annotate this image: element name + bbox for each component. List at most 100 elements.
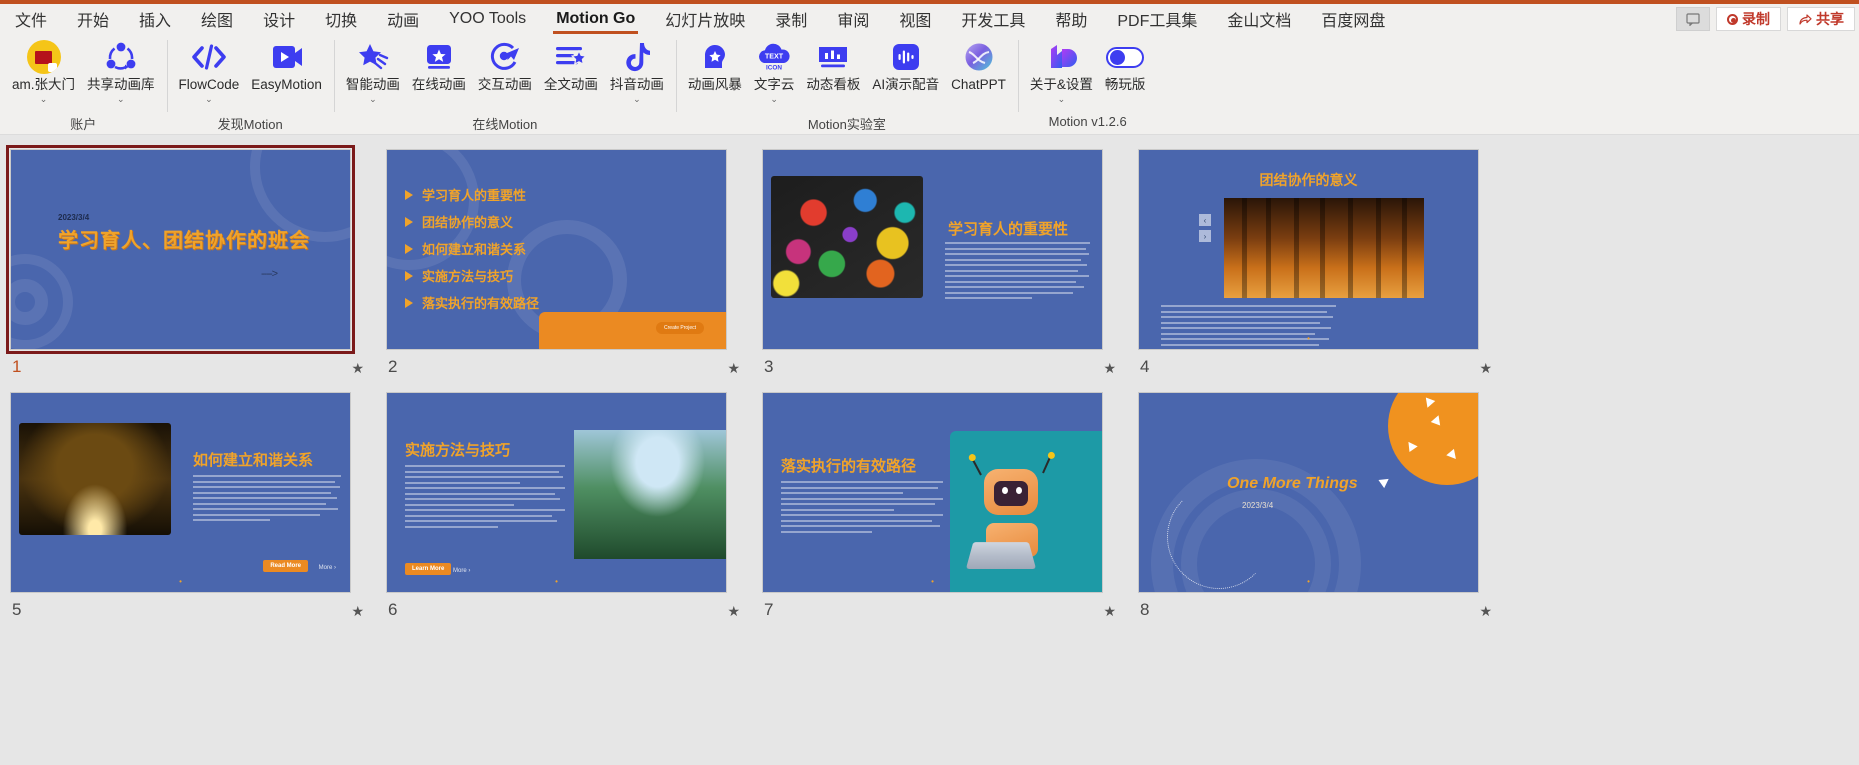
slide-thumbnail-1[interactable]: 2023/3/4 学习育人、团结协作的班会 ----> — [6, 145, 355, 354]
animation-star-icon[interactable]: ★ — [727, 361, 740, 375]
ribbon-button-ai-voiceover[interactable]: AI演示配音 ⌄ — [866, 34, 945, 104]
menu-item-1[interactable]: 开始 — [62, 4, 124, 34]
ribbon-label-fulltext-animation: 全文动画 — [543, 77, 598, 92]
ribbon-group-label-online-motion: 在线Motion — [472, 117, 538, 132]
ribbon-button-smart-animation[interactable]: 智能动画 ⌄ — [340, 34, 406, 104]
slide-thumbnail-6[interactable]: 实施方法与技巧 Learn More More › • — [386, 392, 727, 593]
prev-arrow-icon[interactable]: ‹ — [1199, 214, 1211, 226]
ribbon-button-flowcode[interactable]: FlowCode ⌄ — [173, 34, 246, 104]
slide-cell[interactable]: 落实执行的有效路径 • 7 ★ — [762, 392, 1138, 635]
slide-cell[interactable]: 实施方法与技巧 Learn More More › • 6 ★ — [386, 392, 762, 635]
slide2-agenda-list: 学习育人的重要性 团结协作的意义 如何建立和谐关系 实施方法与技巧 落实执行的有… — [405, 185, 539, 320]
slide2-item-label: 落实执行的有效路径 — [422, 296, 540, 311]
slide-thumbnail-8[interactable]: One More Things 2023/3/4 • — [1138, 392, 1479, 593]
slide4-body-text — [1161, 305, 1336, 349]
menu-item-15[interactable]: PDF工具集 — [1102, 4, 1212, 34]
menu-item-7[interactable]: YOO Tools — [434, 4, 541, 34]
ribbon-button-share-animation-library[interactable]: 共享动画库 ⌄ — [81, 34, 161, 104]
slide1-date: 2023/3/4 — [58, 213, 90, 222]
animation-star-icon[interactable]: ★ — [351, 604, 364, 618]
ribbon-button-tiktok-animation[interactable]: 抖音动画 ⌄ — [604, 34, 670, 104]
slide6-more-label: More › — [453, 568, 471, 574]
menu-item-8[interactable]: Motion Go — [541, 4, 650, 34]
ribbon-button-about-settings[interactable]: 关于&设置 ⌄ — [1024, 34, 1099, 104]
slide7-title: 落实执行的有效路径 — [781, 458, 917, 475]
chevron-down-icon[interactable]: ⌄ — [40, 94, 48, 104]
chevron-down-icon[interactable]: ⌄ — [205, 94, 213, 104]
slide-thumbnail-2[interactable]: 学习育人的重要性 团结协作的意义 如何建立和谐关系 实施方法与技巧 落实执行的有… — [386, 149, 727, 350]
slide1-arrow: ----> — [261, 268, 278, 280]
slide-thumbnail-4[interactable]: 团结协作的意义 ‹ › • — [1138, 149, 1479, 350]
slide-sorter-pane[interactable]: 2023/3/4 学习育人、团结协作的班会 ----> 1 ★ 学习育人的重要性… — [0, 135, 1859, 765]
ribbon-button-interactive-animation[interactable]: 交互动画 ⌄ — [472, 34, 538, 104]
slide-number: 5 — [12, 600, 22, 619]
ribbon-button-play-edition[interactable]: 畅玩版 ⌄ — [1099, 34, 1152, 104]
slide5-more-label: More › — [318, 565, 336, 571]
slide-cell[interactable]: 团结协作的意义 ‹ › • 4 ★ — [1138, 149, 1514, 392]
animation-star-icon[interactable]: ★ — [1479, 604, 1492, 618]
slide-cell[interactable]: 学习育人的重要性 3 ★ — [762, 149, 1138, 392]
list-item: 团结协作的意义 — [405, 212, 539, 231]
chevron-down-icon[interactable]: ⌄ — [770, 94, 778, 104]
ribbon-label-online-animation: 在线动画 — [411, 77, 466, 92]
menu-item-9[interactable]: 幻灯片放映 — [650, 4, 760, 34]
slide-cell[interactable]: 如何建立和谐关系 Read More More › • 5 ★ — [10, 392, 386, 635]
menu-item-2[interactable]: 插入 — [124, 4, 186, 34]
menu-item-3[interactable]: 绘图 — [186, 4, 248, 34]
comment-button[interactable] — [1676, 7, 1710, 31]
chevron-down-icon[interactable]: ⌄ — [369, 94, 377, 104]
animation-star-icon[interactable]: ★ — [351, 361, 364, 375]
menu-item-14[interactable]: 帮助 — [1040, 4, 1102, 34]
shooting-star-icon — [356, 39, 390, 75]
slide-thumbnail-5[interactable]: 如何建立和谐关系 Read More More › • — [10, 392, 351, 593]
ribbon-button-dynamic-dashboard[interactable]: 动态看板 ⌄ — [800, 34, 866, 104]
animation-star-icon[interactable]: ★ — [1103, 604, 1116, 618]
tiktok-note-icon — [623, 39, 651, 75]
chevron-down-icon[interactable]: ⌄ — [117, 94, 125, 104]
ribbon-label-chatppt: ChatPPT — [951, 77, 1006, 92]
ribbon-group-label-discover-motion: 发现Motion — [217, 117, 283, 132]
slide-thumbnail-3[interactable]: 学习育人的重要性 — [762, 149, 1103, 350]
slide2-item-label: 如何建立和谐关系 — [422, 242, 527, 257]
slide-cell[interactable]: 学习育人的重要性 团结协作的意义 如何建立和谐关系 实施方法与技巧 落实执行的有… — [386, 149, 762, 392]
chevron-down-icon[interactable]: ⌄ — [1058, 94, 1066, 104]
ribbon-button-fulltext-animation[interactable]: 全文动画 ⌄ — [538, 34, 604, 104]
ribbon-button-easymotion[interactable]: EasyMotion ⌄ — [245, 34, 328, 104]
ribbon-button-animation-storm[interactable]: 动画风暴 ⌄ — [682, 34, 748, 104]
menu-item-13[interactable]: 开发工具 — [946, 4, 1040, 34]
slide3-paint-splash-image — [771, 176, 923, 298]
animation-star-icon[interactable]: ★ — [1479, 361, 1492, 375]
ribbon-button-chatppt[interactable]: ChatPPT ⌄ — [945, 34, 1012, 104]
menu-item-12[interactable]: 视图 — [884, 4, 946, 34]
slide5-dot-indicator: • — [179, 577, 182, 586]
menu-item-0[interactable]: 文件 — [0, 4, 62, 34]
code-brackets-icon — [191, 39, 227, 75]
menu-item-16[interactable]: 金山文档 — [1212, 4, 1306, 34]
slide-cell[interactable]: One More Things 2023/3/4 • 8 ★ — [1138, 392, 1514, 635]
menu-item-4[interactable]: 设计 — [248, 4, 310, 34]
slide-number: 4 — [1140, 357, 1150, 376]
ribbon-label-dynamic-dashboard: 动态看板 — [806, 77, 861, 92]
ribbon-button-text-cloud[interactable]: TEXT ICON 文字云 ⌄ — [748, 34, 801, 104]
slide4-nav-arrows[interactable]: ‹ › — [1199, 214, 1211, 242]
menu-item-6[interactable]: 动画 — [372, 4, 434, 34]
ribbon-button-account[interactable]: am.张大门 ⌄ — [6, 34, 81, 104]
record-button[interactable]: 录制 — [1716, 7, 1781, 31]
ribbon-group-account: am.张大门 ⌄ 共享动画库 ⌄ 账户 — [0, 34, 167, 134]
slide-number: 6 — [388, 600, 398, 619]
ribbon-label-text-cloud: 文字云 — [753, 77, 795, 92]
menu-item-10[interactable]: 录制 — [760, 4, 822, 34]
animation-star-icon[interactable]: ★ — [727, 604, 740, 618]
record-dot-icon — [1727, 13, 1738, 25]
menu-item-17[interactable]: 百度网盘 — [1306, 4, 1400, 34]
menu-item-11[interactable]: 审阅 — [822, 4, 884, 34]
ribbon-button-online-animation[interactable]: 在线动画 ⌄ — [406, 34, 472, 104]
next-arrow-icon[interactable]: › — [1199, 230, 1211, 242]
menu-item-5[interactable]: 切换 — [310, 4, 372, 34]
chevron-down-icon[interactable]: ⌄ — [633, 94, 641, 104]
slide-thumbnail-7[interactable]: 落实执行的有效路径 • — [762, 392, 1103, 593]
slide-cell[interactable]: 2023/3/4 学习育人、团结协作的班会 ----> 1 ★ — [6, 145, 386, 392]
toggle-switch-icon[interactable] — [1106, 39, 1145, 75]
share-button[interactable]: 共享 — [1787, 7, 1855, 31]
animation-star-icon[interactable]: ★ — [1103, 361, 1116, 375]
